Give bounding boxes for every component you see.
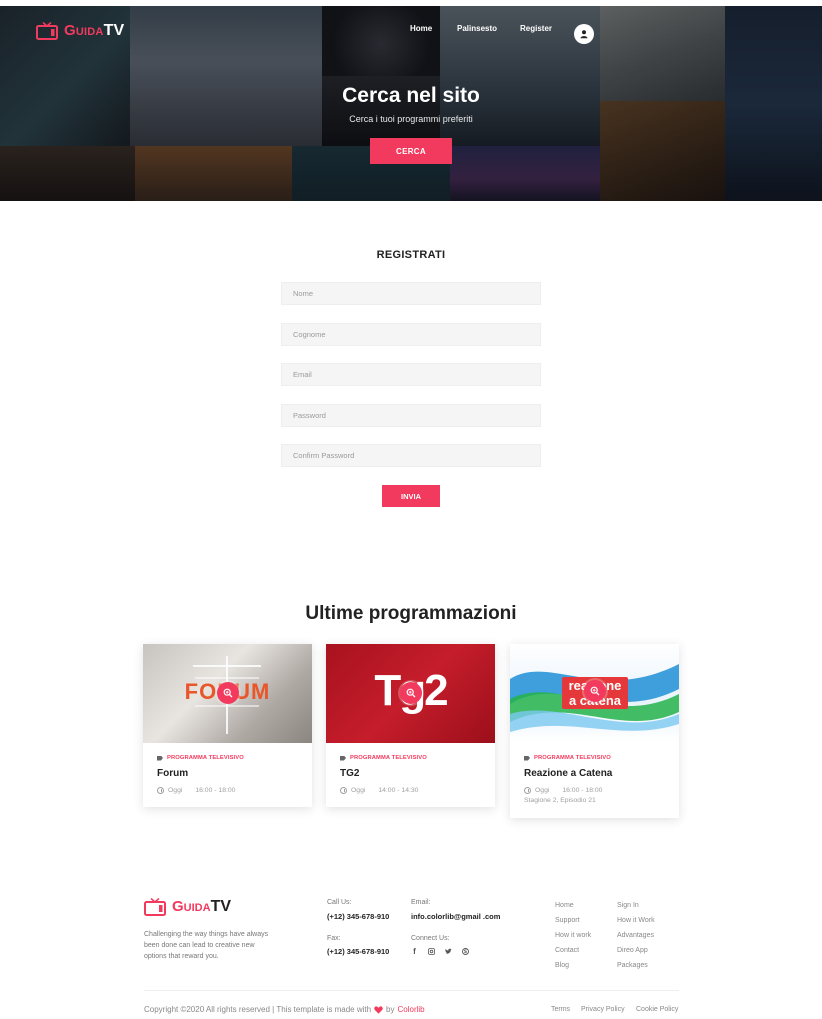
brand-name-a: Guida — [64, 22, 104, 39]
footer-tagline: Challenging the way things have always b… — [144, 931, 269, 960]
program-category[interactable]: PROGRAMMA TELEVISIVO — [524, 755, 665, 761]
svg-text:S: S — [464, 949, 467, 955]
user-account-button[interactable] — [574, 24, 594, 44]
program-day: Oggi — [535, 787, 550, 794]
footer-link-how-it-work[interactable]: How it work — [555, 932, 591, 939]
social-links: f S — [411, 947, 469, 956]
footer-link-how-it-work-2[interactable]: How it Work — [617, 917, 655, 924]
zoom-in-icon — [223, 688, 233, 698]
program-category[interactable]: PROGRAMMA TELEVISIVO — [157, 755, 298, 761]
hero-banner: GuidaTV Home Palinsesto Register Cerca n… — [0, 6, 822, 201]
footer-link-sign-in[interactable]: Sign In — [617, 902, 639, 909]
footer-fax-value: (+12) 345-678-910 — [327, 947, 390, 956]
copyright-by: by — [386, 1005, 395, 1014]
tag-icon — [524, 755, 530, 761]
tv-icon — [36, 22, 58, 40]
user-icon — [580, 30, 588, 39]
hero-title: Cerca nel sito — [342, 84, 480, 107]
program-name[interactable]: TG2 — [340, 768, 481, 779]
brand-name-b: TV — [103, 22, 125, 39]
twitter-icon[interactable] — [445, 947, 452, 955]
footer-email-value[interactable]: info.colorlib@gmail .com — [411, 912, 500, 921]
program-thumbnail[interactable]: Tg2 — [326, 644, 495, 743]
nav-register[interactable]: Register — [520, 24, 552, 33]
tv-icon — [144, 898, 166, 916]
instagram-icon[interactable] — [428, 947, 435, 955]
program-category-label: PROGRAMMA TELEVISIVO — [167, 755, 244, 761]
program-card[interactable]: Tg2 PROGRAMMA TELEVISIVO TG2 Oggi 14:00 -… — [326, 644, 495, 807]
submit-register-button[interactable]: INVIA — [382, 485, 440, 507]
program-thumbnail[interactable]: reazione a catena — [510, 644, 679, 743]
program-schedule: Oggi 14:00 - 14:30 — [340, 787, 481, 794]
zoom-button[interactable] — [217, 682, 239, 704]
programs-section-title: Ultime programmazioni — [305, 603, 517, 624]
zoom-button[interactable] — [584, 680, 606, 702]
clock-icon — [157, 787, 164, 794]
footer-brand-name-b: TV — [210, 898, 232, 915]
program-category-label: PROGRAMMA TELEVISIVO — [534, 755, 611, 761]
footer-link-direo-app[interactable]: Direo App — [617, 947, 648, 954]
clock-icon — [340, 787, 347, 794]
clock-icon — [524, 787, 531, 794]
register-title: REGISTRATI — [376, 249, 446, 261]
nav-home[interactable]: Home — [410, 24, 432, 33]
email-input[interactable] — [281, 363, 541, 386]
last-name-input[interactable] — [281, 323, 541, 346]
footer-link-contact[interactable]: Contact — [555, 947, 579, 954]
program-time: 14:00 - 14:30 — [378, 787, 419, 794]
footer-brand-logo[interactable]: GuidaTV — [144, 898, 231, 916]
footer-brand-name: GuidaTV — [172, 898, 231, 916]
footer-link-blog[interactable]: Blog — [555, 962, 569, 969]
zoom-button[interactable] — [400, 682, 422, 704]
footer-link-advantages[interactable]: Advantages — [617, 932, 654, 939]
facebook-icon[interactable]: f — [411, 947, 418, 956]
program-name[interactable]: Forum — [157, 768, 298, 779]
program-card[interactable]: FORUM PROGRAMMA TELEVISIVO Forum Oggi 16:… — [143, 644, 312, 807]
footer-connect-label: Connect Us: — [411, 935, 450, 942]
footer-fax-label: Fax: — [327, 935, 341, 942]
hero-subtitle: Cerca i tuoi programmi preferiti — [349, 114, 473, 124]
program-day: Oggi — [168, 787, 183, 794]
footer-link-terms[interactable]: Terms — [551, 1006, 570, 1013]
program-day: Oggi — [351, 787, 366, 794]
copyright-text: Copyright ©2020 All rights reserved | Th… — [144, 1005, 372, 1014]
brand-logo[interactable]: GuidaTV — [36, 22, 124, 40]
zoom-in-icon — [590, 686, 600, 696]
program-category[interactable]: PROGRAMMA TELEVISIVO — [340, 755, 481, 761]
zoom-in-icon — [406, 688, 416, 698]
skype-icon[interactable]: S — [462, 947, 469, 955]
tag-icon — [340, 755, 346, 761]
password-input[interactable] — [281, 404, 541, 427]
program-schedule: Oggi 16:00 - 18:00 — [157, 787, 298, 794]
copyright: Copyright ©2020 All rights reserved | Th… — [144, 1005, 425, 1014]
heart-icon — [374, 1005, 383, 1014]
footer-link-support[interactable]: Support — [555, 917, 580, 924]
tag-icon — [157, 755, 163, 761]
program-schedule: Oggi 16:00 - 18:00 — [524, 787, 665, 794]
program-time: 16:00 - 18:00 — [562, 787, 603, 794]
footer-link-home[interactable]: Home — [555, 902, 574, 909]
first-name-input[interactable] — [281, 282, 541, 305]
nav-palinsesto[interactable]: Palinsesto — [457, 24, 497, 33]
footer-link-cookie-policy[interactable]: Cookie Policy — [636, 1006, 678, 1013]
confirm-password-input[interactable] — [281, 444, 541, 467]
footer-call-label: Call Us: — [327, 899, 352, 906]
footer-email-label: Email: — [411, 899, 431, 906]
program-category-label: PROGRAMMA TELEVISIVO — [350, 755, 427, 761]
program-time: 16:00 - 18:00 — [195, 787, 236, 794]
footer-brand-name-a: Guida — [172, 898, 211, 915]
footer-call-value[interactable]: (+12) 345-678-910 — [327, 912, 389, 921]
colorlib-link[interactable]: Colorlib — [398, 1005, 425, 1014]
footer-link-privacy-policy[interactable]: Privacy Policy — [581, 1006, 625, 1013]
footer-divider — [144, 990, 679, 991]
program-card[interactable]: reazione a catena PROGRAMMA TELEVISIVO R… — [510, 644, 679, 818]
program-episode: Stagione 2, Episodio 21 — [524, 797, 596, 804]
footer-link-packages[interactable]: Packages — [617, 962, 648, 969]
search-button[interactable]: CERCA — [370, 138, 452, 164]
brand-name: GuidaTV — [64, 22, 124, 40]
program-name[interactable]: Reazione a Catena — [524, 768, 665, 779]
program-thumbnail[interactable]: FORUM — [143, 644, 312, 743]
